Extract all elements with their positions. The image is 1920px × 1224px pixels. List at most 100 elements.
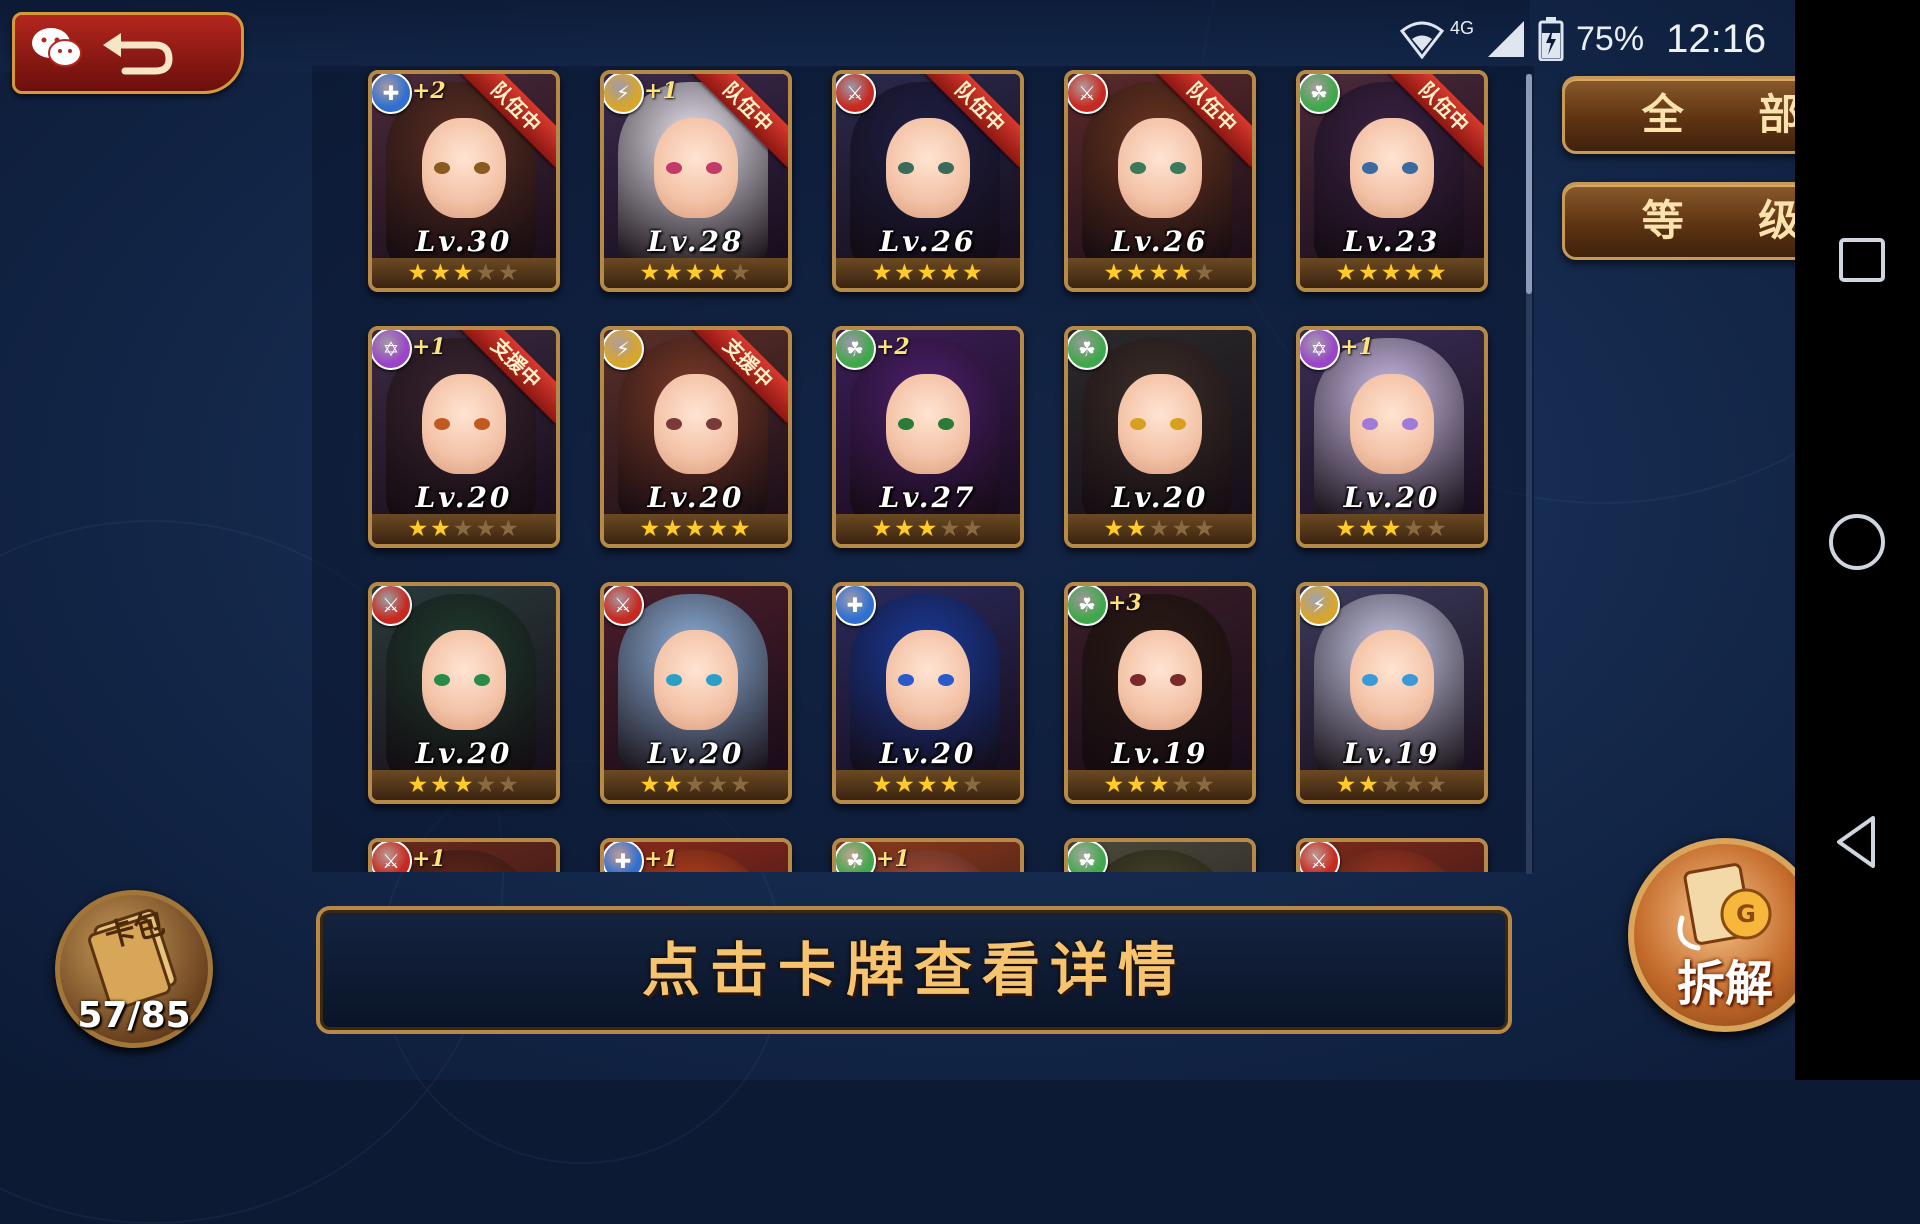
star-empty-icon: ★ bbox=[961, 516, 985, 542]
star-filled-icon: ★ bbox=[707, 516, 730, 542]
star-empty-icon: ★ bbox=[497, 260, 521, 286]
card-level: Lv.20 bbox=[415, 481, 513, 514]
star-filled-icon: ★ bbox=[452, 260, 476, 286]
battery-icon bbox=[1538, 17, 1564, 61]
star-filled-icon: ★ bbox=[639, 516, 663, 542]
wechat-icon[interactable] bbox=[29, 23, 85, 71]
star-filled-icon: ★ bbox=[939, 260, 962, 286]
hero-card[interactable]: ✚ +1 bbox=[600, 838, 792, 872]
star-filled-icon: ★ bbox=[1103, 516, 1127, 542]
star-rating: ★★★★★ bbox=[1068, 258, 1252, 288]
star-empty-icon: ★ bbox=[497, 772, 521, 798]
star-rating: ★★★★★ bbox=[836, 770, 1020, 800]
card-level: Lv.20 bbox=[1111, 481, 1209, 514]
green-element-icon: ☘ bbox=[1068, 330, 1108, 370]
star-empty-icon: ★ bbox=[1171, 516, 1194, 542]
card-level: Lv.26 bbox=[879, 225, 977, 258]
star-filled-icon: ★ bbox=[452, 772, 476, 798]
hero-card[interactable]: Lv.20 ★★★★★ ☘ bbox=[1064, 326, 1256, 548]
star-empty-icon: ★ bbox=[475, 260, 498, 286]
hero-card[interactable]: ☘ bbox=[1064, 838, 1256, 872]
card-level: Lv.30 bbox=[415, 225, 513, 258]
hero-card[interactable]: Lv.27 ★★★★★ ☘ +2 bbox=[832, 326, 1024, 548]
hero-card[interactable]: Lv.23 ★★★★★ 队伍中 ☘ bbox=[1296, 70, 1488, 292]
enhance-level: +1 bbox=[412, 846, 446, 872]
disassemble-button[interactable]: G 拆解 bbox=[1628, 838, 1822, 1032]
star-filled-icon: ★ bbox=[1335, 260, 1359, 286]
card-grid[interactable]: Lv.30 ★★★★★ 队伍中 ✚ +2 Lv.28 ★★★★★ 队伍中 ⚡ +1 Lv.26 ★★★… bbox=[312, 66, 1534, 872]
star-filled-icon: ★ bbox=[894, 516, 917, 542]
star-rating: ★★★★★ bbox=[1300, 514, 1484, 544]
star-rating: ★★★★★ bbox=[1068, 770, 1252, 800]
hero-card[interactable]: ☘ +1 bbox=[832, 838, 1024, 872]
hero-card[interactable]: ⚔ bbox=[1296, 838, 1488, 872]
card-level: Lv.20 bbox=[1343, 481, 1441, 514]
red-element-icon: ⚔ bbox=[1068, 74, 1108, 114]
star-rating: ★★★★★ bbox=[604, 514, 788, 544]
hero-card[interactable]: ⚔ +1 bbox=[368, 838, 560, 872]
star-empty-icon: ★ bbox=[1403, 772, 1426, 798]
back-arrow-icon bbox=[103, 33, 173, 75]
back-button[interactable] bbox=[12, 12, 244, 94]
star-filled-icon: ★ bbox=[1126, 260, 1149, 286]
green-element-icon: ☘ bbox=[836, 330, 876, 370]
card-level: Lv.20 bbox=[879, 737, 977, 770]
star-filled-icon: ★ bbox=[1425, 260, 1449, 286]
hero-card[interactable]: Lv.20 ★★★★★ ✚ bbox=[832, 582, 1024, 804]
hero-card[interactable]: Lv.19 ★★★★★ ⚡ bbox=[1296, 582, 1488, 804]
star-filled-icon: ★ bbox=[1103, 772, 1127, 798]
star-empty-icon: ★ bbox=[707, 772, 730, 798]
star-rating: ★★★★★ bbox=[604, 770, 788, 800]
hero-card[interactable]: Lv.26 ★★★★★ 队伍中 ⚔ bbox=[832, 70, 1024, 292]
hero-card[interactable]: Lv.30 ★★★★★ 队伍中 ✚ +2 bbox=[368, 70, 560, 292]
red-element-icon: ⚔ bbox=[604, 586, 644, 626]
star-empty-icon: ★ bbox=[1425, 516, 1449, 542]
star-filled-icon: ★ bbox=[430, 516, 453, 542]
card-level: Lv.19 bbox=[1343, 737, 1441, 770]
star-rating: ★★★★★ bbox=[836, 514, 1020, 544]
star-empty-icon: ★ bbox=[729, 772, 753, 798]
star-filled-icon: ★ bbox=[684, 516, 708, 542]
gold-element-icon: ⚡ bbox=[604, 330, 644, 370]
card-pack-button[interactable]: 卡包 57/85 bbox=[55, 890, 213, 1048]
star-filled-icon: ★ bbox=[430, 260, 453, 286]
scrollbar-thumb[interactable] bbox=[1526, 74, 1532, 294]
hero-card[interactable]: Lv.20 ★★★★★ ⚔ bbox=[600, 582, 792, 804]
hero-card[interactable]: Lv.20 ★★★★★ ✡ +1 bbox=[1296, 326, 1488, 548]
star-empty-icon: ★ bbox=[1193, 772, 1217, 798]
hero-card[interactable]: Lv.28 ★★★★★ 队伍中 ⚡ +1 bbox=[600, 70, 792, 292]
star-filled-icon: ★ bbox=[662, 516, 685, 542]
enhance-level: +3 bbox=[1108, 590, 1142, 616]
star-filled-icon: ★ bbox=[1171, 260, 1194, 286]
back-nav-icon[interactable] bbox=[1825, 810, 1889, 874]
star-filled-icon: ★ bbox=[939, 772, 962, 798]
star-filled-icon: ★ bbox=[407, 516, 431, 542]
hero-card[interactable]: Lv.26 ★★★★★ 队伍中 ⚔ bbox=[1064, 70, 1256, 292]
hero-card[interactable]: Lv.20 ★★★★★ 支援中 ✡ +1 bbox=[368, 326, 560, 548]
enhance-level: +1 bbox=[412, 334, 446, 360]
card-level: Lv.20 bbox=[647, 481, 745, 514]
hero-card[interactable]: Lv.20 ★★★★★ 支援中 ⚡ bbox=[600, 326, 792, 548]
hero-card[interactable]: Lv.19 ★★★★★ ☘ +3 bbox=[1064, 582, 1256, 804]
card-pack-count: 57/85 bbox=[77, 995, 191, 1036]
red-element-icon: ⚔ bbox=[836, 74, 876, 114]
home-icon[interactable] bbox=[1825, 510, 1889, 574]
blue-element-icon: ✚ bbox=[836, 586, 876, 626]
star-filled-icon: ★ bbox=[916, 516, 940, 542]
star-empty-icon: ★ bbox=[1171, 772, 1194, 798]
star-empty-icon: ★ bbox=[1148, 516, 1172, 542]
enhance-level: +2 bbox=[412, 78, 446, 104]
star-filled-icon: ★ bbox=[871, 260, 895, 286]
enhance-level: +1 bbox=[644, 846, 678, 872]
star-rating: ★★★★★ bbox=[836, 258, 1020, 288]
hero-card[interactable]: Lv.20 ★★★★★ ⚔ bbox=[368, 582, 560, 804]
star-filled-icon: ★ bbox=[894, 772, 917, 798]
star-filled-icon: ★ bbox=[961, 260, 985, 286]
star-filled-icon: ★ bbox=[639, 772, 663, 798]
enhance-level: +1 bbox=[1340, 334, 1374, 360]
star-rating: ★★★★★ bbox=[1300, 770, 1484, 800]
star-filled-icon: ★ bbox=[684, 260, 708, 286]
star-empty-icon: ★ bbox=[475, 772, 498, 798]
enhance-level: +2 bbox=[876, 334, 910, 360]
recents-icon[interactable] bbox=[1825, 224, 1889, 288]
